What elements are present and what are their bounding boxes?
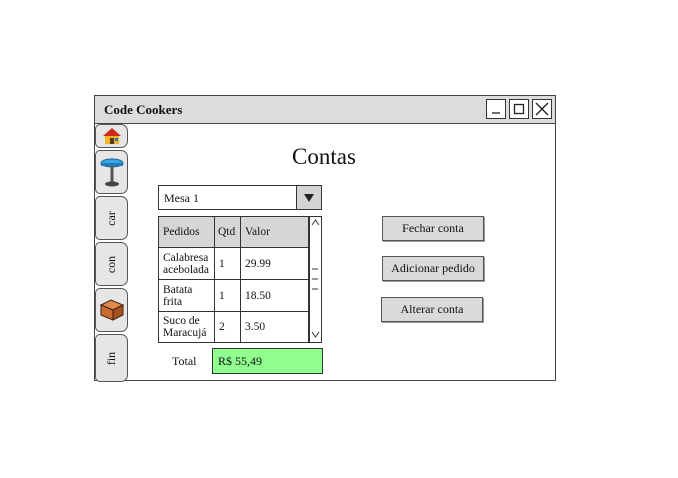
page-title: Contas xyxy=(292,144,356,169)
dropdown-button[interactable] xyxy=(296,186,321,209)
table-icon xyxy=(100,158,123,187)
table-cell-item: Suco de Maracujá xyxy=(159,312,215,342)
tab-label: fin xyxy=(104,351,118,365)
tab-con[interactable]: con xyxy=(95,242,128,286)
tab-label: car xyxy=(104,210,118,226)
title-bar: Code Cookers xyxy=(95,96,555,124)
table-cell-qty: 1 xyxy=(215,280,241,312)
box-icon xyxy=(99,299,124,321)
table-cell-item: Batata frita xyxy=(159,280,215,312)
table-cell-value: 29.99 xyxy=(241,248,309,280)
minimize-icon xyxy=(492,112,500,114)
chevron-down-icon xyxy=(304,193,314,202)
tab-tables[interactable] xyxy=(95,150,128,194)
tab-car[interactable]: car xyxy=(95,196,128,240)
column-header-pedidos: Pedidos xyxy=(159,217,215,248)
scrollbar-arrows-icon xyxy=(311,219,320,338)
sidebar: car con fin xyxy=(95,124,128,382)
tab-label: con xyxy=(103,255,118,273)
table-cell-value: 3.50 xyxy=(241,312,309,342)
column-header-valor: Valor xyxy=(241,217,309,248)
add-order-button[interactable]: Adicionar pedido xyxy=(382,256,484,281)
table-cell-item: Calabresa acebolada xyxy=(159,248,215,280)
total-field: R$ 55,49 xyxy=(212,348,323,374)
close-account-button[interactable]: Fechar conta xyxy=(382,216,484,241)
window-title: Code Cookers xyxy=(104,102,183,117)
table-scrollbar[interactable] xyxy=(309,217,321,342)
column-header-qtd: Qtd xyxy=(215,217,241,248)
orders-table: Pedidos Qtd Valor Calabresa acebolada 1 … xyxy=(158,216,322,343)
tab-home[interactable] xyxy=(95,124,128,148)
tab-fin[interactable]: fin xyxy=(95,334,128,382)
maximize-button[interactable] xyxy=(509,99,529,119)
app-window: Code Cookers car con fin Contas Mesa 1 P… xyxy=(94,95,556,382)
table-select[interactable]: Mesa 1 xyxy=(158,185,322,210)
table-select-value: Mesa 1 xyxy=(164,191,199,205)
table-cell-value: 18.50 xyxy=(241,280,309,312)
change-account-button[interactable]: Alterar conta xyxy=(381,297,483,322)
house-icon xyxy=(102,128,121,144)
minimize-button[interactable] xyxy=(486,99,506,119)
table-cell-qty: 1 xyxy=(215,248,241,280)
close-button[interactable] xyxy=(532,99,552,119)
tab-products[interactable] xyxy=(95,288,128,332)
close-icon xyxy=(535,102,549,116)
table-cell-qty: 2 xyxy=(215,312,241,342)
maximize-icon xyxy=(513,103,525,115)
total-label: Total xyxy=(172,354,197,368)
